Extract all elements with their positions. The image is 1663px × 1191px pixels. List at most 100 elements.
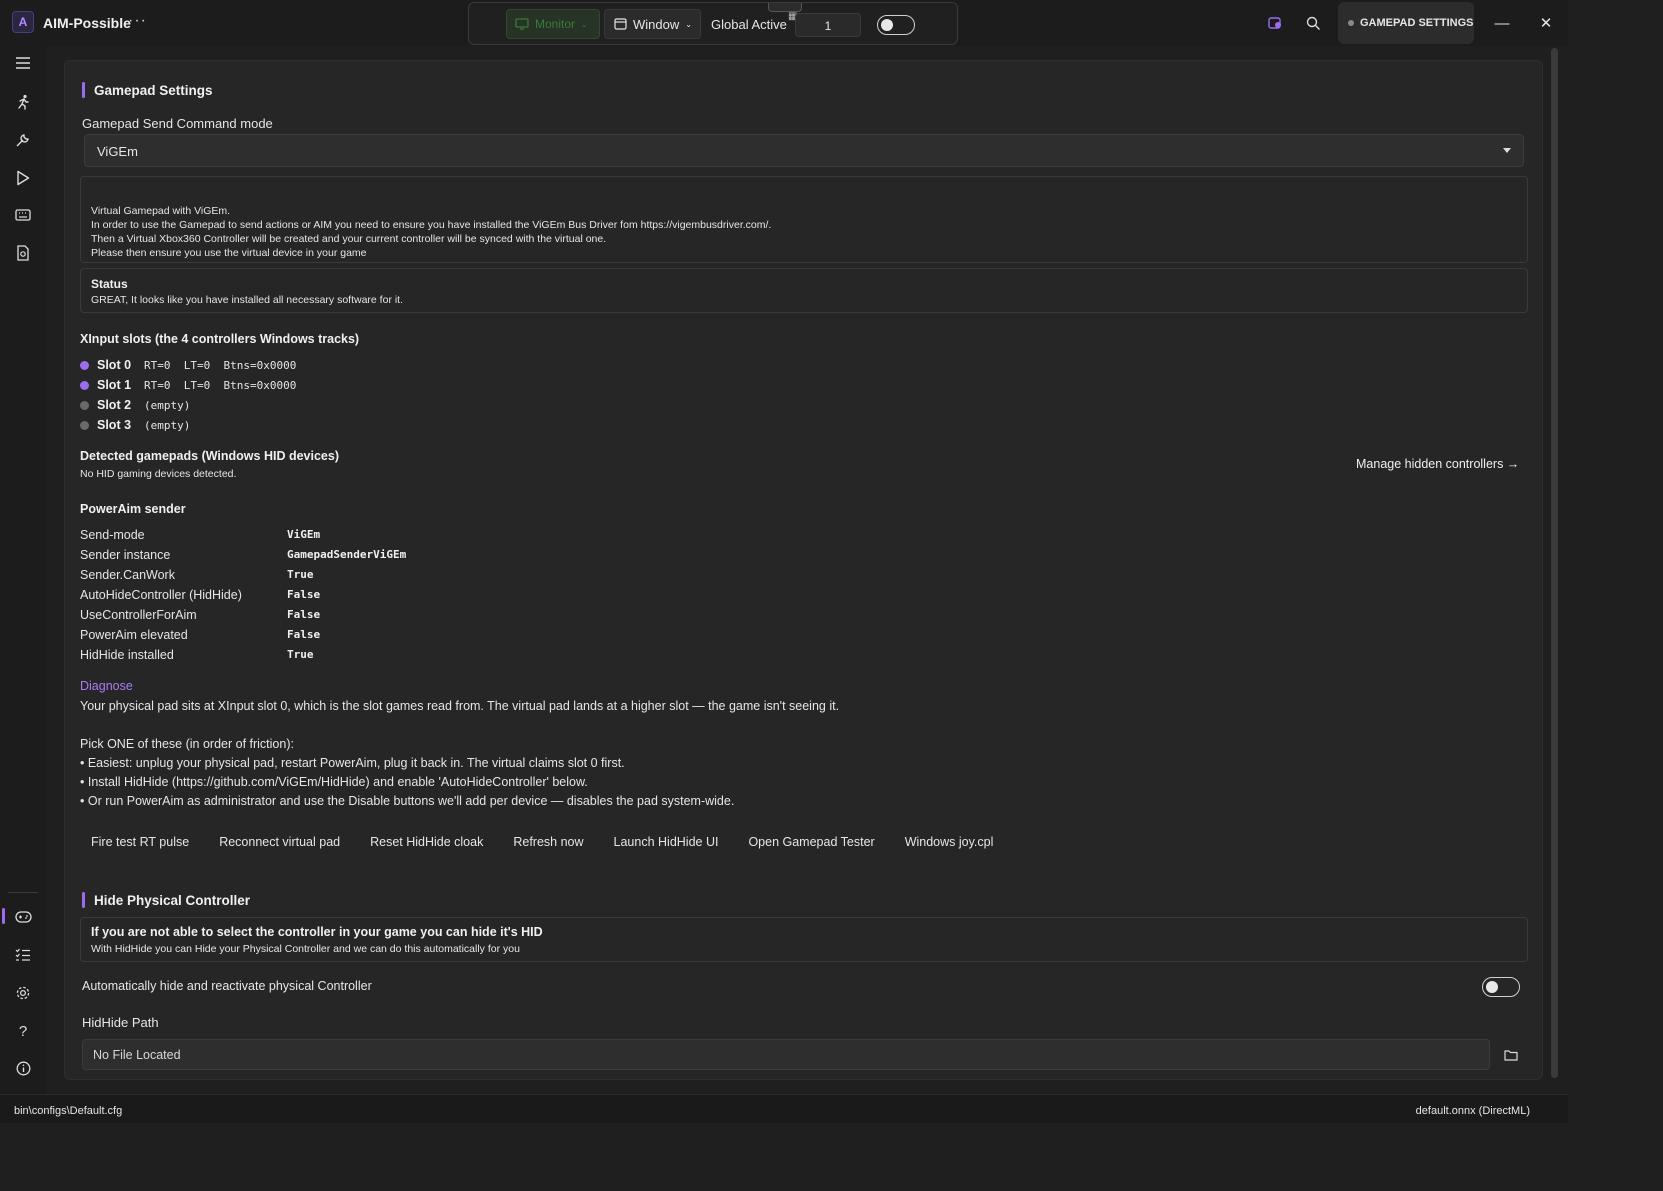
sender-value: ViGEm <box>287 528 321 541</box>
slot-info: RT=0 LT=0 Btns=0x0000 <box>144 358 297 372</box>
chevron-down-icon <box>1503 148 1511 153</box>
hid-empty-text: No HID gaming devices detected. <box>80 468 237 480</box>
section-title: Gamepad Settings <box>94 82 213 98</box>
capture-toolbar: ▦ Monitor ⌄ Window ⌄ Global Active 1 <box>468 2 958 45</box>
hide-box-title: If you are not able to select the contro… <box>91 925 543 939</box>
global-active-label: Global Active <box>711 17 787 32</box>
help-icon[interactable]: ? <box>11 1019 35 1043</box>
status-text: GREAT, It looks like you have installed … <box>91 294 404 306</box>
status-dot-icon <box>1348 20 1354 26</box>
global-active-input[interactable]: 1 <box>795 13 861 37</box>
more-options-button[interactable]: ··· <box>128 12 147 30</box>
keyboard-icon[interactable] <box>11 203 35 227</box>
gear-icon[interactable] <box>11 981 35 1005</box>
sender-value: False <box>287 608 321 621</box>
hide-physical-header: Hide Physical Controller <box>82 892 250 908</box>
rail-active-indicator <box>2 908 5 924</box>
model-name: default.onnx (DirectML) <box>1415 1105 1530 1117</box>
slot-info: RT=0 LT=0 Btns=0x0000 <box>144 378 297 392</box>
gamepad-settings-label: GAMEPAD SETTINGS <box>1360 17 1474 29</box>
window-label: Window <box>633 16 680 32</box>
app-title: AIM-Possible <box>43 15 131 31</box>
diagnose-link[interactable]: Diagnose <box>80 679 133 693</box>
window-overlay-icon[interactable] <box>1265 13 1285 33</box>
gamepad-settings-button[interactable]: GAMEPAD SETTINGS <box>1338 2 1474 44</box>
launch-hidhide-ui-button[interactable]: Launch HidHide UI <box>603 829 730 855</box>
slot-name: Slot 1 <box>97 378 132 392</box>
xinput-slot: Slot 2 (empty) <box>80 396 190 414</box>
xinput-slot: Slot 1 RT=0 LT=0 Btns=0x0000 <box>80 376 296 394</box>
run-icon[interactable] <box>11 90 35 114</box>
info-icon[interactable] <box>11 1056 35 1080</box>
diagnose-option: • Easiest: unplug your physical pad, res… <box>80 756 625 770</box>
gamepad-settings-panel: Gamepad Settings Gamepad Send Command mo… <box>64 60 1543 1080</box>
sender-key: Send-mode <box>80 528 145 542</box>
section-title: Hide Physical Controller <box>94 892 251 908</box>
windows-joy-cpl-button[interactable]: Windows joy.cpl <box>894 829 1005 855</box>
chevron-down-icon: ⌄ <box>581 19 588 29</box>
scrollbar[interactable] <box>1551 48 1558 1078</box>
hide-box-text: With HidHide you can Hide your Physical … <box>91 943 520 955</box>
title-bar: A AIM-Possible ··· ▦ Monitor ⌄ Window ⌄ … <box>0 0 1568 46</box>
close-button[interactable]: ✕ <box>1531 10 1561 36</box>
diagnose-option: • Install HidHide (https://github.com/Vi… <box>80 775 588 789</box>
xinput-title: XInput slots (the 4 controllers Windows … <box>80 332 360 346</box>
auto-hide-toggle[interactable] <box>1482 977 1520 997</box>
vigem-info-text: Virtual Gamepad with ViGEm. In order to … <box>91 204 771 260</box>
slot-name: Slot 3 <box>97 418 132 432</box>
send-mode-select[interactable]: ViGEm <box>84 134 1524 167</box>
sender-key: PowerAim elevated <box>80 628 188 642</box>
status-title: Status <box>91 277 128 291</box>
global-active-toggle[interactable] <box>877 15 915 35</box>
minimize-button[interactable]: — <box>1487 10 1517 36</box>
window-dropdown[interactable]: Window ⌄ <box>604 9 701 39</box>
xinput-slot: Slot 3 (empty) <box>80 416 190 434</box>
hide-info-box: If you are not able to select the contro… <box>80 917 1528 962</box>
sender-key: AutoHideController (HidHide) <box>80 588 242 602</box>
gamepad-icon[interactable] <box>11 905 35 929</box>
reconnect-virtual-pad-button[interactable]: Reconnect virtual pad <box>208 829 351 855</box>
sender-value: False <box>287 628 321 641</box>
sender-value: True <box>287 568 314 581</box>
auto-hide-label: Automatically hide and reactivate physic… <box>82 979 372 993</box>
info-line: Please then ensure you use the virtual d… <box>91 247 367 259</box>
sender-key: Sender instance <box>80 548 171 562</box>
diagnose-option: • Or run PowerAim as administrator and u… <box>80 794 735 808</box>
fire-test-rt-pulse-button[interactable]: Fire test RT pulse <box>80 829 200 855</box>
slot-status-dot <box>80 420 89 430</box>
search-icon[interactable] <box>1303 13 1323 33</box>
accent-bar <box>82 82 85 98</box>
info-line: In order to use the Gamepad to send acti… <box>91 219 772 231</box>
sender-value: False <box>287 588 321 601</box>
left-nav-rail: ? <box>0 46 46 1094</box>
monitor-label: Monitor <box>535 17 576 31</box>
open-gamepad-tester-button[interactable]: Open Gamepad Tester <box>737 829 885 855</box>
app-logo-icon: A <box>12 11 34 33</box>
action-buttons: Fire test RT pulse Reconnect virtual pad… <box>80 829 1012 855</box>
chevron-down-icon: ⌄ <box>685 19 692 29</box>
folder-icon[interactable] <box>1501 1045 1521 1065</box>
slot-status-dot <box>80 360 89 370</box>
diagnose-pick-title: Pick ONE of these (in order of friction)… <box>80 737 294 751</box>
reset-hidhide-cloak-button[interactable]: Reset HidHide cloak <box>359 829 494 855</box>
manage-hidden-controllers-link[interactable]: Manage hidden controllers → <box>1356 457 1519 471</box>
refresh-now-button[interactable]: Refresh now <box>502 829 594 855</box>
wrench-icon[interactable] <box>11 128 35 152</box>
slot-status-dot <box>80 400 89 410</box>
checklist-icon[interactable] <box>11 943 35 967</box>
hidhide-path-label: HidHide Path <box>82 1015 159 1030</box>
info-line: Virtual Gamepad with ViGEm. <box>91 205 231 217</box>
rail-divider <box>8 892 38 893</box>
sender-key: HidHide installed <box>80 648 174 662</box>
file-icon[interactable] <box>11 241 35 265</box>
slot-name: Slot 0 <box>97 358 132 372</box>
monitor-dropdown[interactable]: Monitor ⌄ <box>506 9 600 39</box>
vigem-info-box: Virtual Gamepad with ViGEm. In order to … <box>80 176 1528 263</box>
info-line: Then a Virtual Xbox360 Controller will b… <box>91 233 607 245</box>
sender-value: True <box>287 648 314 661</box>
menu-icon[interactable] <box>11 51 35 75</box>
config-path: bin\configs\Default.cfg <box>14 1105 123 1117</box>
accent-bar <box>82 892 85 908</box>
play-icon[interactable] <box>11 166 35 190</box>
hidhide-path-field[interactable]: No File Located <box>82 1039 1490 1070</box>
